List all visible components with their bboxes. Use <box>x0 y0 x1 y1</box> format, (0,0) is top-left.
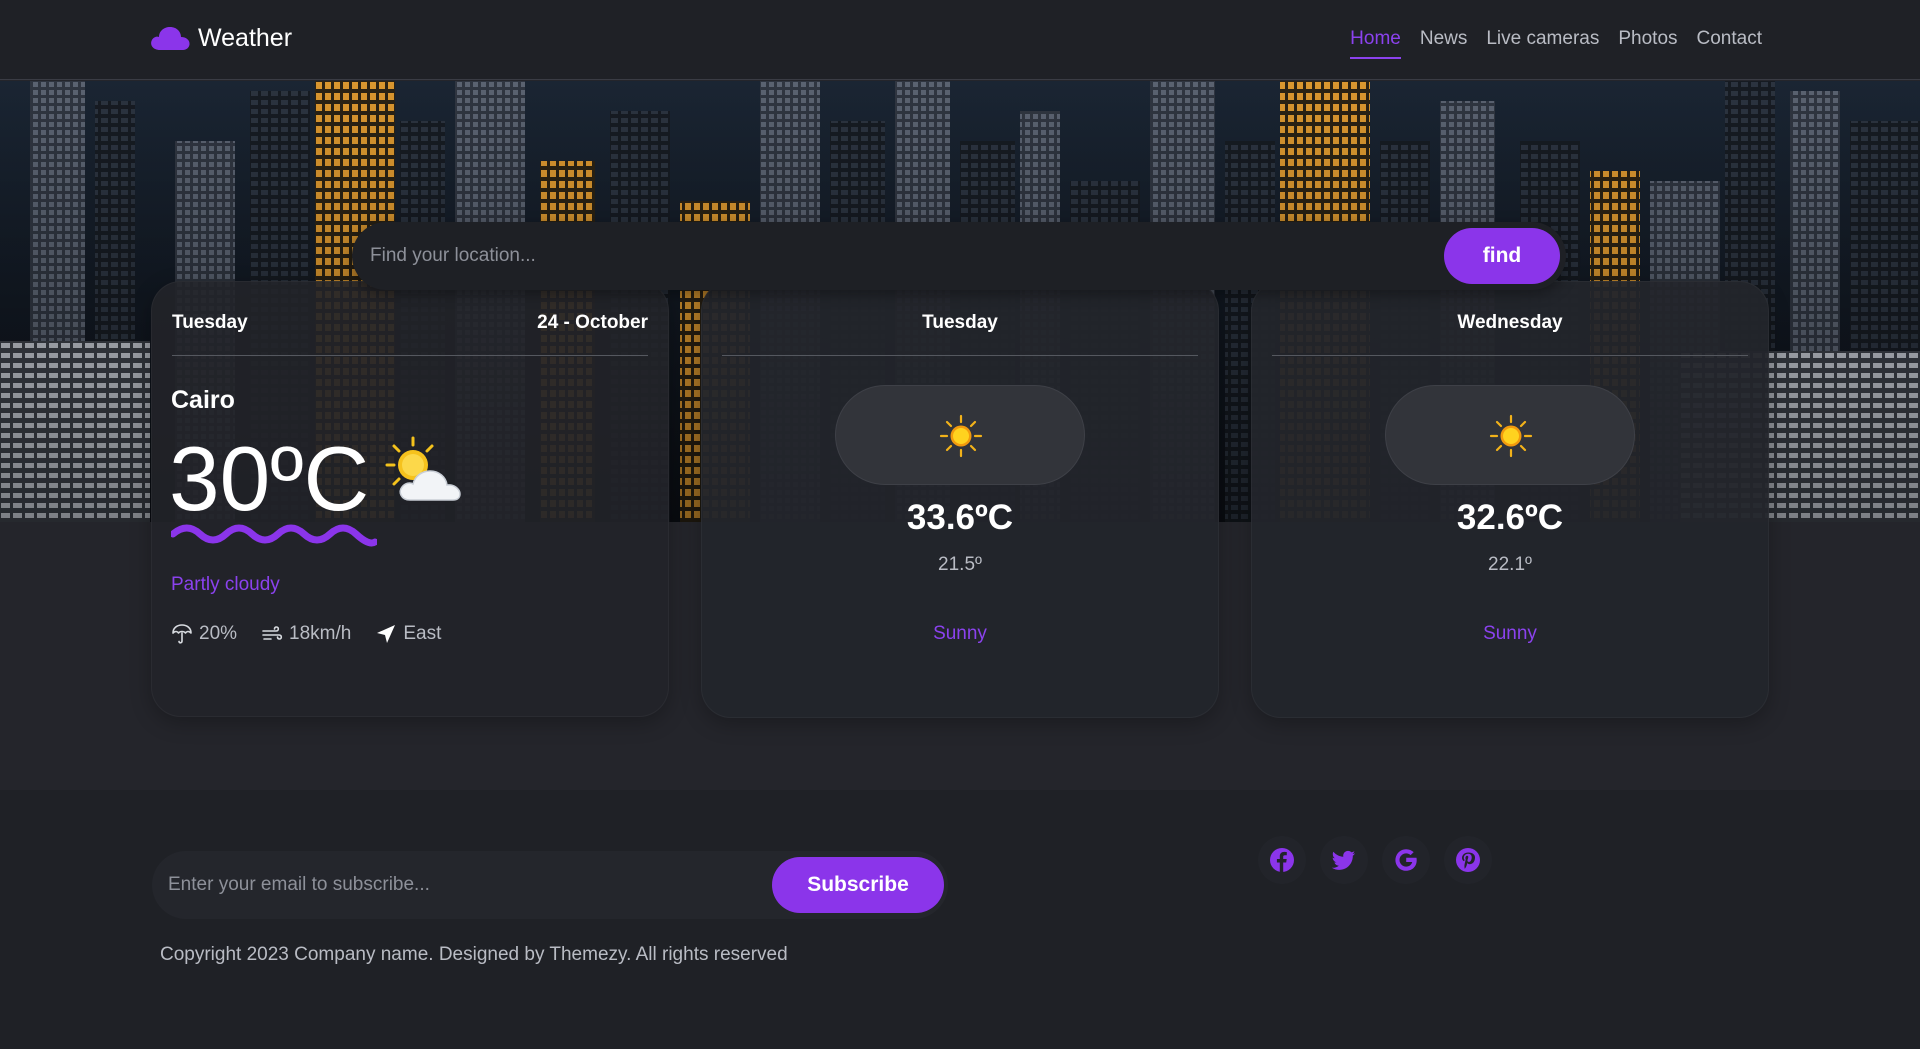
forecast-max-temp: 33.6ºC <box>906 498 1014 537</box>
forecast-card: Wednesday 32.6ºC 22.1º Sunny <box>1251 281 1769 718</box>
nav-live-cameras[interactable]: Live cameras <box>1486 28 1599 59</box>
location-search: find <box>352 222 1566 290</box>
forecast-max-temp: 32.6ºC <box>1456 498 1564 537</box>
subscribe-button[interactable]: Subscribe <box>772 857 944 913</box>
nav-news[interactable]: News <box>1420 28 1468 59</box>
cloud-icon <box>151 27 190 50</box>
umbrella-icon <box>172 624 192 644</box>
brand-name: Weather <box>198 23 293 52</box>
wind-direction: East <box>375 623 441 645</box>
rain-chance: 20% <box>171 623 237 645</box>
find-button[interactable]: find <box>1444 228 1560 284</box>
card-divider <box>172 355 648 356</box>
nav-home[interactable]: Home <box>1350 28 1401 59</box>
forecast-min-temp: 22.1º <box>1488 554 1532 575</box>
subscribe-form: Subscribe <box>152 851 948 919</box>
pinterest-icon <box>1456 848 1480 872</box>
nav-contact[interactable]: Contact <box>1697 28 1762 59</box>
navbar: Weather Home News Live cameras Photos Co… <box>0 0 1920 80</box>
today-day: Tuesday <box>172 312 248 333</box>
current-temperature: 30ºC <box>169 429 370 530</box>
location-search-input[interactable] <box>370 222 1370 290</box>
forecast-day: Wednesday <box>1457 312 1563 333</box>
forecast-condition: Sunny <box>1483 623 1537 644</box>
today-date: 24 - October <box>537 312 648 333</box>
social-links <box>1258 836 1492 884</box>
forecast-condition: Sunny <box>933 623 987 644</box>
card-divider <box>1272 355 1748 356</box>
footer: Subscribe Copyright 2023 Company name. D… <box>0 790 1920 1049</box>
wind-icon <box>262 626 283 640</box>
wind-speed: 18km/h <box>261 623 351 645</box>
sun-icon <box>1489 414 1533 458</box>
partly-cloudy-icon <box>385 436 461 501</box>
forecast-day: Tuesday <box>922 312 998 333</box>
card-divider <box>722 355 1198 356</box>
nav-photos[interactable]: Photos <box>1618 28 1677 59</box>
google-icon <box>1395 849 1417 871</box>
copyright-text: Copyright 2023 Company name. Designed by… <box>160 944 788 965</box>
email-field[interactable] <box>168 851 748 919</box>
forecast-icon-pill <box>1385 385 1635 485</box>
today-stats: 20% 18km/h East <box>171 623 465 645</box>
compass-arrow-icon <box>377 625 396 643</box>
forecast-icon-pill <box>835 385 1085 485</box>
twitter-link[interactable] <box>1320 836 1368 884</box>
direction-value: East <box>403 623 442 644</box>
pinterest-link[interactable] <box>1444 836 1492 884</box>
twitter-icon <box>1331 850 1355 870</box>
facebook-icon <box>1270 848 1294 872</box>
forecast-card: Tuesday 33.6ºC 21.5º Sunny <box>701 281 1219 718</box>
forecast-min-temp: 21.5º <box>938 554 982 575</box>
today-card-header: Tuesday 24 - October <box>172 312 648 337</box>
wind-value: 18km/h <box>289 623 352 644</box>
rain-value: 20% <box>199 623 238 644</box>
today-condition: Partly cloudy <box>171 574 280 595</box>
google-link[interactable] <box>1382 836 1430 884</box>
sun-icon <box>939 414 983 458</box>
brand[interactable]: Weather <box>150 22 292 54</box>
facebook-link[interactable] <box>1258 836 1306 884</box>
today-weather-card: Tuesday 24 - October Cairo 30ºC Partly c… <box>151 281 669 717</box>
temperature-underline-wave <box>171 524 377 547</box>
main-nav: Home News Live cameras Photos Contact <box>1350 28 1762 59</box>
city-name: Cairo <box>171 386 235 414</box>
